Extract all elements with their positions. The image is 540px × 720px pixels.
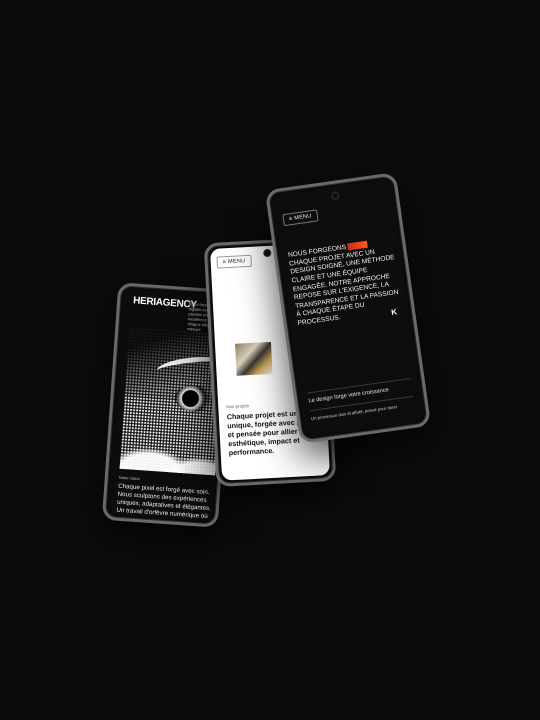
vision-text: Chaque pixel est forgé avec soin. Nous s… <box>115 482 212 522</box>
footer-subtitle: Un processus clair et affuté, pensé pour… <box>310 404 398 422</box>
menu-button[interactable]: ≡ MENU <box>216 254 252 269</box>
menu-button[interactable]: ≡ MENU <box>282 209 319 227</box>
logo-mark-icon: K <box>390 307 398 317</box>
brand-logo[interactable]: HERIAGENCY <box>133 295 197 310</box>
camera-icon <box>331 192 339 200</box>
section-label: Notre vision <box>118 474 141 482</box>
section-label: Nos projets <box>226 403 250 410</box>
manifesto-text: NOUS FORGEONS CHAQUE PROJET AVEC UN DESI… <box>288 237 408 329</box>
camera-icon <box>264 249 271 257</box>
mockup-stage: HERIAGENCY Nous façonnons image digitale… <box>0 0 540 720</box>
project-thumbnail[interactable] <box>234 341 273 376</box>
manifesto-rest: CHAQUE PROJET AVEC UN DESIGN SOIGNÉ, UNE… <box>288 248 399 328</box>
phone-screen-right: ≡ MENU NOUS FORGEONS CHAQUE PROJET AVEC … <box>271 178 425 438</box>
